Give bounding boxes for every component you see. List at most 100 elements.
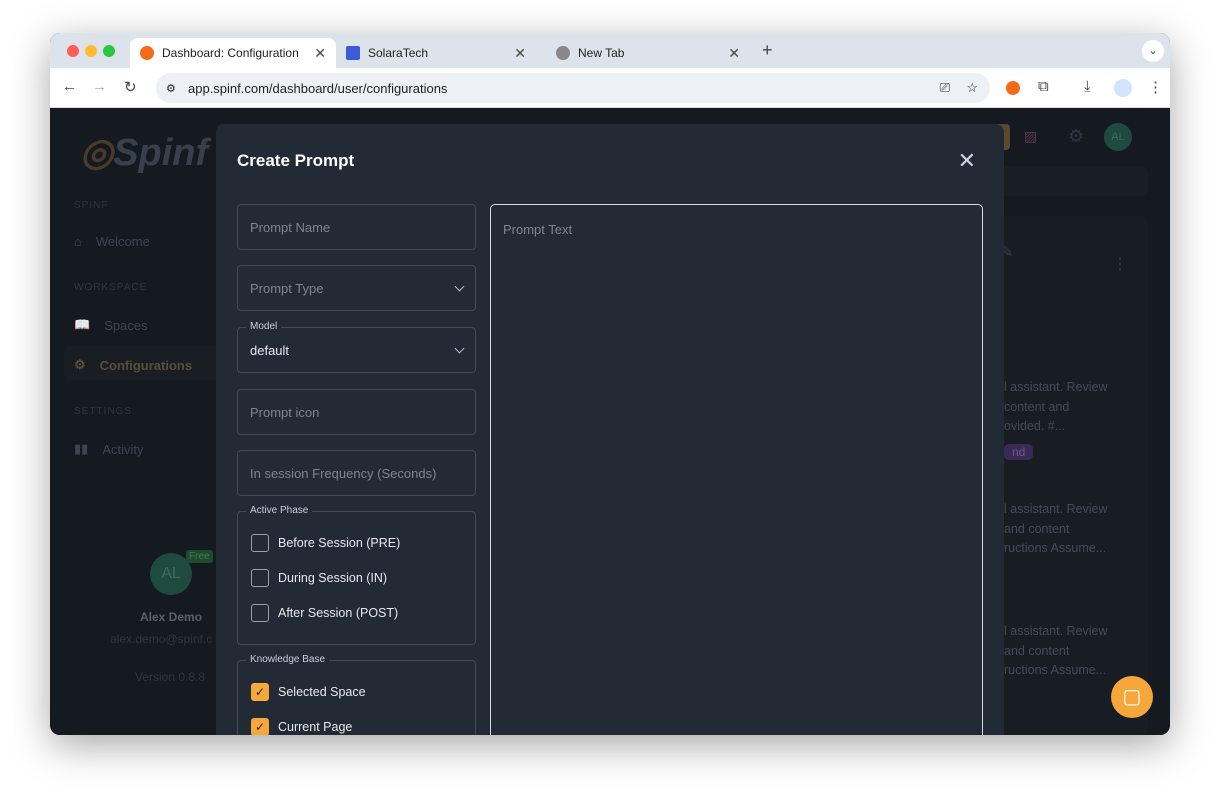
checkbox-icon xyxy=(251,534,269,552)
new-tab-button[interactable]: + xyxy=(762,40,773,61)
chat-support-button[interactable]: ▢ xyxy=(1111,676,1153,718)
checkbox-selected-space[interactable]: ✓ Selected Space xyxy=(251,683,366,701)
profile-icon[interactable] xyxy=(1114,79,1132,97)
uk-flag-icon[interactable]: ▨ xyxy=(1024,128,1037,145)
snippet: and content xyxy=(1004,521,1070,536)
extension-spinf-icon[interactable] xyxy=(1006,81,1020,95)
snippet: and content xyxy=(1004,643,1070,658)
chevron-down-icon xyxy=(454,281,465,291)
checkbox-label: During Session (IN) xyxy=(278,571,388,585)
modal-title: Create Prompt xyxy=(237,151,355,170)
tab-label: New Tab xyxy=(578,46,625,60)
maximize-window-button[interactable] xyxy=(103,45,115,57)
checkmark-icon: ✓ xyxy=(251,683,269,701)
checkbox-before-session[interactable]: Before Session (PRE) xyxy=(251,534,400,552)
more-options-icon[interactable]: ⋮ xyxy=(1112,254,1128,274)
settings-gear-icon[interactable]: ⚙ xyxy=(1068,126,1084,147)
checkmark-icon: ✓ xyxy=(251,718,269,735)
close-tab-icon[interactable]: ✕ xyxy=(314,45,326,62)
tab-solaratech[interactable]: SolaraTech ✕ xyxy=(336,38,536,68)
checkbox-during-session[interactable]: During Session (IN) xyxy=(251,569,387,587)
menu-kebab-icon[interactable]: ⋮ xyxy=(1148,78,1163,96)
close-window-button[interactable] xyxy=(67,45,79,57)
prompt-text-textarea[interactable]: Prompt Text xyxy=(490,204,983,735)
snippet: l assistant. Review xyxy=(1004,380,1108,394)
user-name: Alex Demo xyxy=(140,610,203,624)
tab-new-tab[interactable]: New Tab ✕ xyxy=(546,38,750,68)
book-icon: 📖 xyxy=(74,317,91,332)
tab-search-chevron-icon[interactable]: ⌄ xyxy=(1142,40,1164,62)
snippet: content and xyxy=(1004,399,1070,414)
chameleon-logo-icon: ◎ xyxy=(80,132,114,174)
placeholder: Prompt Name xyxy=(250,219,331,235)
chrome-favicon-icon xyxy=(556,46,570,60)
install-app-icon[interactable]: ⎚ xyxy=(940,80,950,96)
placeholder: In session Frequency (Seconds) xyxy=(250,465,437,481)
group-label: Active Phase xyxy=(246,505,313,516)
logo: ◎Spinf xyxy=(80,130,208,175)
placeholder: Prompt Text xyxy=(503,222,573,237)
spinf-favicon-icon xyxy=(140,46,154,60)
frequency-input[interactable]: In session Frequency (Seconds) xyxy=(237,450,476,496)
prompt-type-select[interactable]: Prompt Type xyxy=(237,265,476,311)
checkbox-current-page[interactable]: ✓ Current Page xyxy=(251,718,352,735)
close-icon[interactable]: ✕ xyxy=(958,148,976,174)
model-select[interactable]: Model default xyxy=(237,321,476,373)
sidebar-item-activity[interactable]: ▮▮ Activity xyxy=(74,441,143,457)
sidebar-item-welcome[interactable]: ⌂ Welcome xyxy=(74,234,150,249)
snippet: l assistant. Review xyxy=(1004,624,1108,638)
site-settings-icon[interactable]: ⚙ xyxy=(166,82,176,95)
placeholder: Prompt Type xyxy=(250,280,324,296)
bookmark-star-icon[interactable]: ☆ xyxy=(966,80,978,96)
chevron-down-icon xyxy=(454,343,465,353)
nav-label: Spaces xyxy=(104,317,148,333)
section-title: SETTINGS xyxy=(74,406,133,417)
active-phase-group: Active Phase Before Session (PRE) During… xyxy=(237,505,476,645)
checkbox-label: Before Session (PRE) xyxy=(278,536,401,550)
close-tab-icon[interactable]: ✕ xyxy=(728,45,740,62)
checkbox-label: After Session (POST) xyxy=(278,606,399,620)
checkbox-label: Selected Space xyxy=(278,685,366,699)
gear-icon: ⚙ xyxy=(74,357,86,372)
address-bar[interactable]: ⚙ app.spinf.com/dashboard/user/configurat… xyxy=(156,73,990,103)
reload-icon[interactable]: ↻ xyxy=(124,78,137,96)
tab-label: SolaraTech xyxy=(368,46,429,60)
back-icon[interactable]: ← xyxy=(62,78,77,95)
snippet: ructions Assume... xyxy=(1004,541,1107,555)
prompt-icon-input[interactable]: Prompt icon xyxy=(237,389,476,435)
field-label: Model xyxy=(246,321,282,332)
snippet: ructions Assume... xyxy=(1004,663,1107,677)
user-email: alex.demo@spinf.c xyxy=(110,632,213,646)
checkbox-icon xyxy=(251,569,269,587)
minimize-window-button[interactable] xyxy=(85,45,97,57)
page-content: ◎Spinf SPINF ⌂ Welcome WORKSPACE 📖 Spaces … xyxy=(50,108,1170,735)
home-icon: ⌂ xyxy=(74,234,82,249)
download-icon[interactable]: ⤓ xyxy=(1084,78,1091,95)
checkbox-after-session[interactable]: After Session (POST) xyxy=(251,604,398,622)
nav-label: Activity xyxy=(102,441,144,457)
tab-bar: Dashboard: Configuration ✕ SolaraTech ✕ Ne… xyxy=(50,33,1170,68)
section-title: SPINF xyxy=(74,200,109,211)
knowledge-base-group: Knowledge Base ✓ Selected Space ✓ Current … xyxy=(237,654,476,735)
selected-value: default xyxy=(250,342,290,358)
prompt-name-input[interactable]: Prompt Name xyxy=(237,204,476,250)
tab-label: Dashboard: Configuration xyxy=(162,46,299,60)
create-prompt-modal: Create Prompt ✕ Prompt Name Prompt Type … xyxy=(216,124,1004,735)
close-tab-icon[interactable]: ✕ xyxy=(514,45,526,62)
forward-icon[interactable]: → xyxy=(92,78,107,95)
nav-label: Welcome xyxy=(95,234,150,249)
browser-window: Dashboard: Configuration ✕ SolaraTech ✕ Ne… xyxy=(50,33,1170,735)
placeholder: Prompt icon xyxy=(250,404,320,420)
sidebar: ◎Spinf SPINF ⌂ Welcome WORKSPACE 📖 Spaces … xyxy=(50,108,220,735)
section-title: WORKSPACE xyxy=(74,282,148,293)
extensions-puzzle-icon[interactable]: ⧉ xyxy=(1038,78,1049,95)
solaratech-favicon-icon xyxy=(346,46,360,60)
sidebar-item-configurations[interactable]: ⚙ Configurations xyxy=(74,357,192,373)
nav-label: Configurations xyxy=(99,357,193,373)
snippet: ovided. #... xyxy=(1004,419,1066,433)
version-text: Version 0.8.8 xyxy=(135,670,206,684)
plan-badge: Free xyxy=(186,550,213,563)
sidebar-item-spaces[interactable]: 📖 Spaces xyxy=(74,317,148,333)
tab-dashboard[interactable]: Dashboard: Configuration ✕ xyxy=(130,38,336,68)
header-avatar[interactable]: AL xyxy=(1104,123,1132,151)
